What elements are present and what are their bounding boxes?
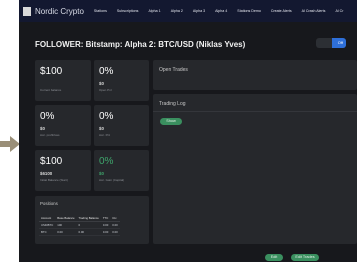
table-cell: 0.00 [110, 221, 120, 229]
stat-value: 0% [99, 66, 114, 77]
nav-item-alpha-2[interactable]: Alpha 2 [171, 9, 183, 13]
app-window: Nordic Crypto Stations Subscriptions Alp… [19, 0, 357, 262]
nav-item-alpha-1[interactable]: Alpha 1 [148, 9, 160, 13]
trading-log-panel: Trading Log Show [153, 94, 357, 244]
toggle-label: Off [337, 40, 343, 45]
table-row: BTC 0.00 0.00 0.00 0.00 [39, 228, 120, 236]
logo[interactable]: Nordic Crypto [23, 6, 94, 16]
follow-toggle[interactable]: Off [316, 38, 346, 48]
stat-card-initial-balance: $100 $6100 Initial Balance (Start) [35, 150, 91, 191]
open-trades-title: Open Trades [159, 67, 188, 73]
trading-log-title: Trading Log [159, 101, 186, 107]
nav-item-subscriptions[interactable]: Subscriptions [117, 9, 139, 13]
stat-card-open-pnl: 0% $0 Open Pnl [94, 60, 149, 101]
edit-trades-button[interactable]: Edit Trades [291, 254, 319, 261]
table-cell: 0.00 [55, 228, 77, 236]
edit-button[interactable]: Edit [265, 254, 283, 261]
nav-item-truncated[interactable]: Al Cr [335, 9, 343, 13]
logo-icon [23, 6, 31, 16]
stat-amount: $6100 [40, 171, 53, 176]
pointer-arrow-icon [0, 136, 20, 152]
table-cell: BTC [39, 228, 56, 236]
positions-title: Positions [40, 201, 58, 206]
logo-text: Nordic Crypto [35, 6, 84, 16]
stat-label: Acc. profit/loss [40, 133, 60, 137]
nav-item-stations-demo[interactable]: Stations Demo [237, 9, 261, 13]
positions-table: Account Base Balance Trading Balance TTC… [39, 215, 120, 236]
nav-menu: Stations Subscriptions Alpha 1 Alpha 2 A… [94, 9, 354, 13]
table-cell: USD/BTC [39, 221, 56, 229]
stat-value: 0% [40, 111, 55, 122]
stat-label: Acc. Gain (Capital) [99, 178, 125, 182]
stat-label: Initial Balance (Start) [40, 178, 68, 182]
nav-item-alpha-4[interactable]: Alpha 4 [215, 9, 227, 13]
stat-label: Acc. Pnl [99, 133, 111, 137]
stat-value: 0% [99, 111, 114, 122]
table-cell: 0.00 [100, 228, 111, 236]
stat-amount: $0 [40, 126, 45, 131]
table-cell: 0.00 [76, 228, 101, 236]
positions-card: Positions Account Base Balance Trading B… [35, 196, 149, 244]
nav-item-alpha-3[interactable]: Alpha 3 [193, 9, 205, 13]
table-cell: 0.00 [110, 228, 120, 236]
stat-value: $100 [40, 156, 63, 167]
table-row: USD/BTC 100 0 0.00 0.00 [39, 221, 120, 229]
stat-label: Open Pnl [99, 88, 112, 92]
divider [153, 111, 357, 112]
stat-card-acc-pnl: 0% $0 Acc. Pnl [94, 105, 149, 146]
stat-card-acc-gain: 0% $0 Acc. Gain (Capital) [94, 150, 149, 191]
top-navbar: Nordic Crypto Stations Subscriptions Alp… [19, 0, 357, 22]
stat-label: Current balance [40, 88, 62, 92]
stat-card-acc-profit-loss: 0% $0 Acc. profit/loss [35, 105, 91, 146]
table-cell: 100 [55, 221, 77, 229]
nav-item-create-alerts[interactable]: Create Alerts [271, 9, 292, 13]
stat-amount: $0 [99, 171, 104, 176]
stat-amount: $0 [99, 81, 104, 86]
nav-item-crash-alerts[interactable]: Al Crash Alerts [302, 9, 326, 13]
stat-value: $100 [40, 66, 63, 77]
stat-value: 0% [99, 156, 114, 167]
table-cell: 0.00 [100, 221, 111, 229]
table-cell: 0 [76, 221, 101, 229]
show-log-button[interactable]: Show [160, 118, 182, 125]
nav-item-stations[interactable]: Stations [94, 9, 107, 13]
stat-amount: $0 [99, 126, 104, 131]
stat-card-balance: $100 Current balance [35, 60, 91, 101]
open-trades-panel: Open Trades [153, 60, 357, 90]
page-title: FOLLOWER: Bitstamp: Alpha 2: BTC/USD (Ni… [35, 40, 246, 49]
